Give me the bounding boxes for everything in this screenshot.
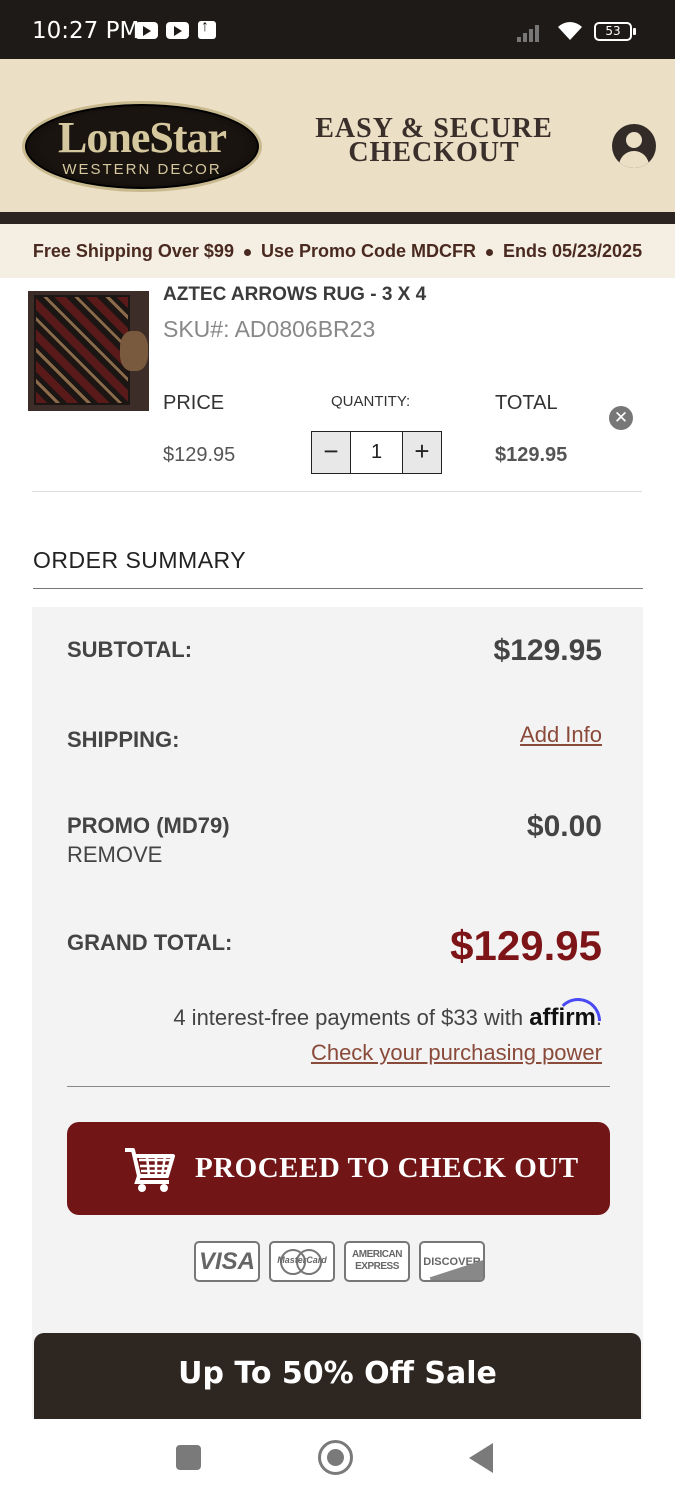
promo-code: Use Promo Code MDCFR: [260, 241, 476, 261]
summary-divider: [33, 588, 643, 589]
wifi-icon: [556, 20, 584, 44]
cart-icon: [125, 1148, 175, 1192]
upload-icon: [198, 18, 216, 39]
quantity-header: QUANTITY:: [331, 393, 411, 410]
logo-tagline: WESTERN DECOR: [62, 161, 222, 178]
promo-value: $0.00: [526, 810, 602, 843]
checkout-button-label: PROCEED TO CHECK OUT: [195, 1152, 579, 1184]
decrement-button[interactable]: −: [312, 432, 351, 473]
affirm-logo: affirm: [529, 1004, 596, 1031]
recent-apps-icon[interactable]: [176, 1445, 201, 1470]
add-shipping-info-link[interactable]: Add Info: [520, 722, 602, 748]
purchasing-power-link[interactable]: Check your purchasing power: [311, 1040, 602, 1066]
product-name[interactable]: AZTEC ARROWS RUG - 3 X 4: [163, 284, 426, 306]
bullet-dot: [243, 248, 251, 256]
mastercard-text: MasterCard: [277, 1255, 327, 1265]
subtotal-value: $129.95: [493, 634, 602, 667]
item-divider: [32, 491, 642, 492]
promo-end-date: Ends 05/23/2025: [502, 241, 643, 261]
rug-image: [34, 295, 130, 405]
grand-total-label: GRAND TOTAL:: [67, 930, 233, 955]
affirm-message: 4 interest-free payments of $33 with aff…: [173, 1004, 602, 1032]
product-thumbnail[interactable]: [28, 291, 149, 411]
youtube-icon: [166, 22, 189, 39]
lonestar-logo[interactable]: LoneStar WESTERN DECOR: [22, 101, 262, 192]
account-icon[interactable]: [612, 124, 656, 168]
increment-button[interactable]: +: [402, 432, 441, 473]
remove-promo-link[interactable]: REMOVE: [67, 842, 162, 868]
navigation-bar: [0, 1419, 675, 1500]
proceed-to-checkout-button[interactable]: PROCEED TO CHECK OUT: [67, 1122, 610, 1215]
promo-free-shipping: Free Shipping Over $99: [32, 241, 234, 261]
visa-card-icon: VISA: [194, 1241, 260, 1282]
checkout-title: EASY & SECURE CHECKOUT: [305, 115, 563, 168]
quantity-value[interactable]: 1: [351, 432, 402, 473]
quantity-stepper: − 1 +: [311, 431, 442, 474]
home-icon[interactable]: [318, 1440, 353, 1475]
affirm-text: 4 interest-free payments of $33 with: [173, 1005, 530, 1030]
sale-banner-button[interactable]: Up To 50% Off Sale: [34, 1333, 641, 1419]
price-header: PRICE: [163, 392, 225, 414]
grand-total-value: $129.95: [450, 922, 602, 969]
shipping-label: SHIPPING:: [67, 727, 180, 752]
header-divider: [0, 212, 675, 224]
subtotal-label: SUBTOTAL:: [67, 637, 193, 662]
logo-wordmark: LoneStar: [58, 113, 227, 162]
bullet-dot: [485, 248, 493, 256]
status-bar: 10:27 PM 53: [0, 0, 675, 59]
checkout-title-line2: CHECKOUT: [348, 137, 520, 168]
summary-inner-divider: [67, 1086, 610, 1087]
payment-methods: VISA MasterCard AMERICAN EXPRESS DISCOVE…: [194, 1241, 485, 1282]
order-summary-title: ORDER SUMMARY: [33, 547, 247, 573]
promo-banner: Free Shipping Over $99 Use Promo Code MDC…: [0, 224, 675, 278]
total-header: TOTAL: [495, 392, 558, 414]
youtube-icon: [135, 22, 158, 39]
line-total: $129.95: [495, 444, 568, 466]
battery-icon: 53: [594, 22, 636, 41]
signal-icon: [517, 25, 547, 42]
unit-price: $129.95: [163, 444, 236, 466]
status-time: 10:27 PM: [32, 18, 140, 44]
mastercard-icon: MasterCard: [269, 1241, 335, 1282]
promo-label: PROMO (MD79): [67, 813, 230, 838]
remove-item-icon[interactable]: ✕: [609, 406, 633, 430]
back-icon[interactable]: [469, 1443, 493, 1473]
discover-card-icon: DISCOVER: [419, 1241, 485, 1282]
amex-text-2: EXPRESS: [355, 1261, 399, 1272]
amex-text-1: AMERICAN: [352, 1249, 402, 1260]
product-sku: SKU#: AD0806BR23: [163, 316, 376, 342]
stool-image: [120, 331, 148, 371]
amex-card-icon: AMERICAN EXPRESS: [344, 1241, 410, 1282]
site-header: LoneStar WESTERN DECOR EASY & SECURE CHE…: [0, 59, 675, 212]
